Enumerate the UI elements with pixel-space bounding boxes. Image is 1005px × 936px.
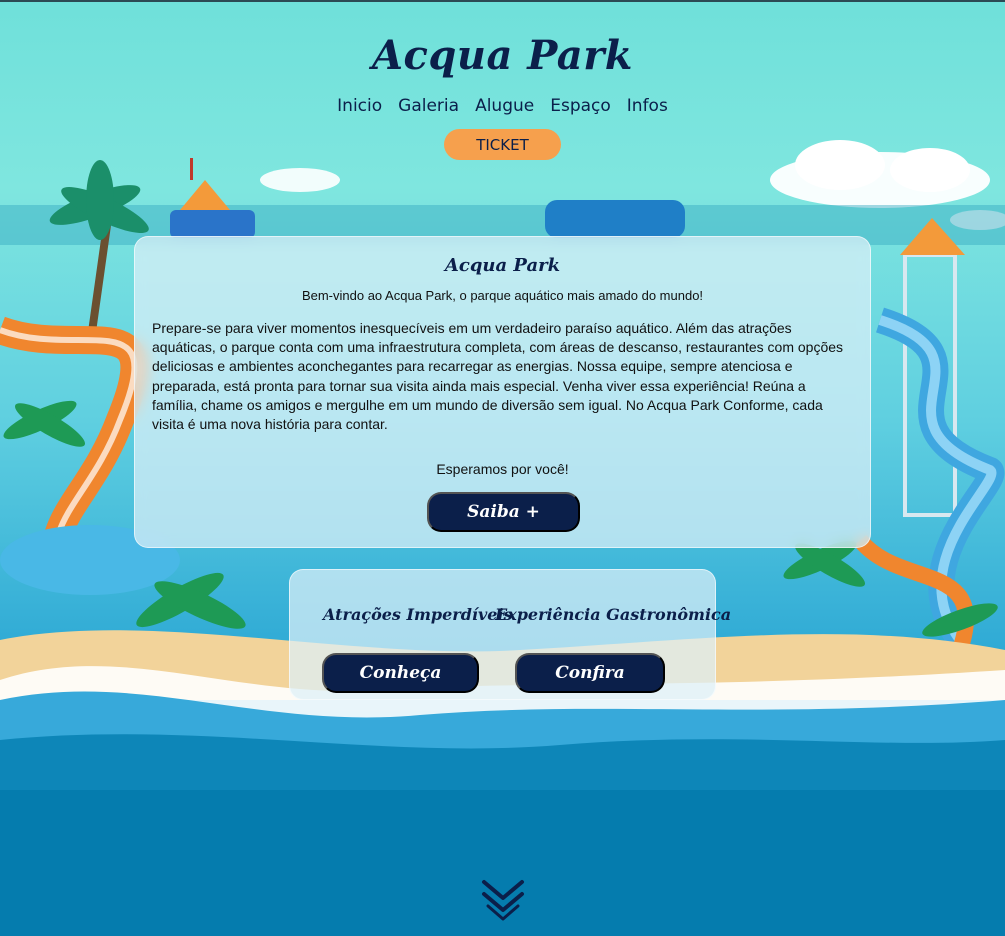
feature-title-attractions: Atrações Imperdíveis: [323, 605, 513, 624]
site-logo-title[interactable]: Acqua Park: [0, 32, 1005, 79]
welcome-closing-text: Esperamos por você!: [436, 461, 569, 477]
welcome-card: Acqua Park Bem-vindo ao Acqua Park, o pa…: [134, 236, 871, 548]
nav-item-infos[interactable]: Infos: [627, 96, 668, 116]
feature-title-gastronomy: Experiência Gastronômica: [495, 605, 732, 624]
ticket-button[interactable]: TICKET: [444, 129, 561, 160]
main-nav: Inicio Galeria Alugue Espaço Infos: [0, 96, 1005, 116]
welcome-card-title: Acqua Park: [444, 255, 561, 276]
nav-item-galeria[interactable]: Galeria: [398, 96, 459, 116]
attractions-button[interactable]: Conheça: [322, 653, 479, 693]
gastronomy-button[interactable]: Confira: [515, 653, 665, 693]
welcome-body-text: Prepare-se para viver momentos inesquecí…: [152, 320, 844, 433]
welcome-subtitle: Bem-vindo ao Acqua Park, o parque aquáti…: [301, 288, 704, 303]
nav-item-inicio[interactable]: Inicio: [337, 96, 382, 116]
features-card: Atrações Imperdíveis Experiência Gastron…: [289, 569, 731, 700]
learn-more-button[interactable]: Saiba +: [427, 492, 580, 532]
nav-item-espaco[interactable]: Espaço: [550, 96, 611, 116]
nav-item-alugue[interactable]: Alugue: [475, 96, 534, 116]
double-chevron-down-icon[interactable]: [480, 878, 526, 922]
